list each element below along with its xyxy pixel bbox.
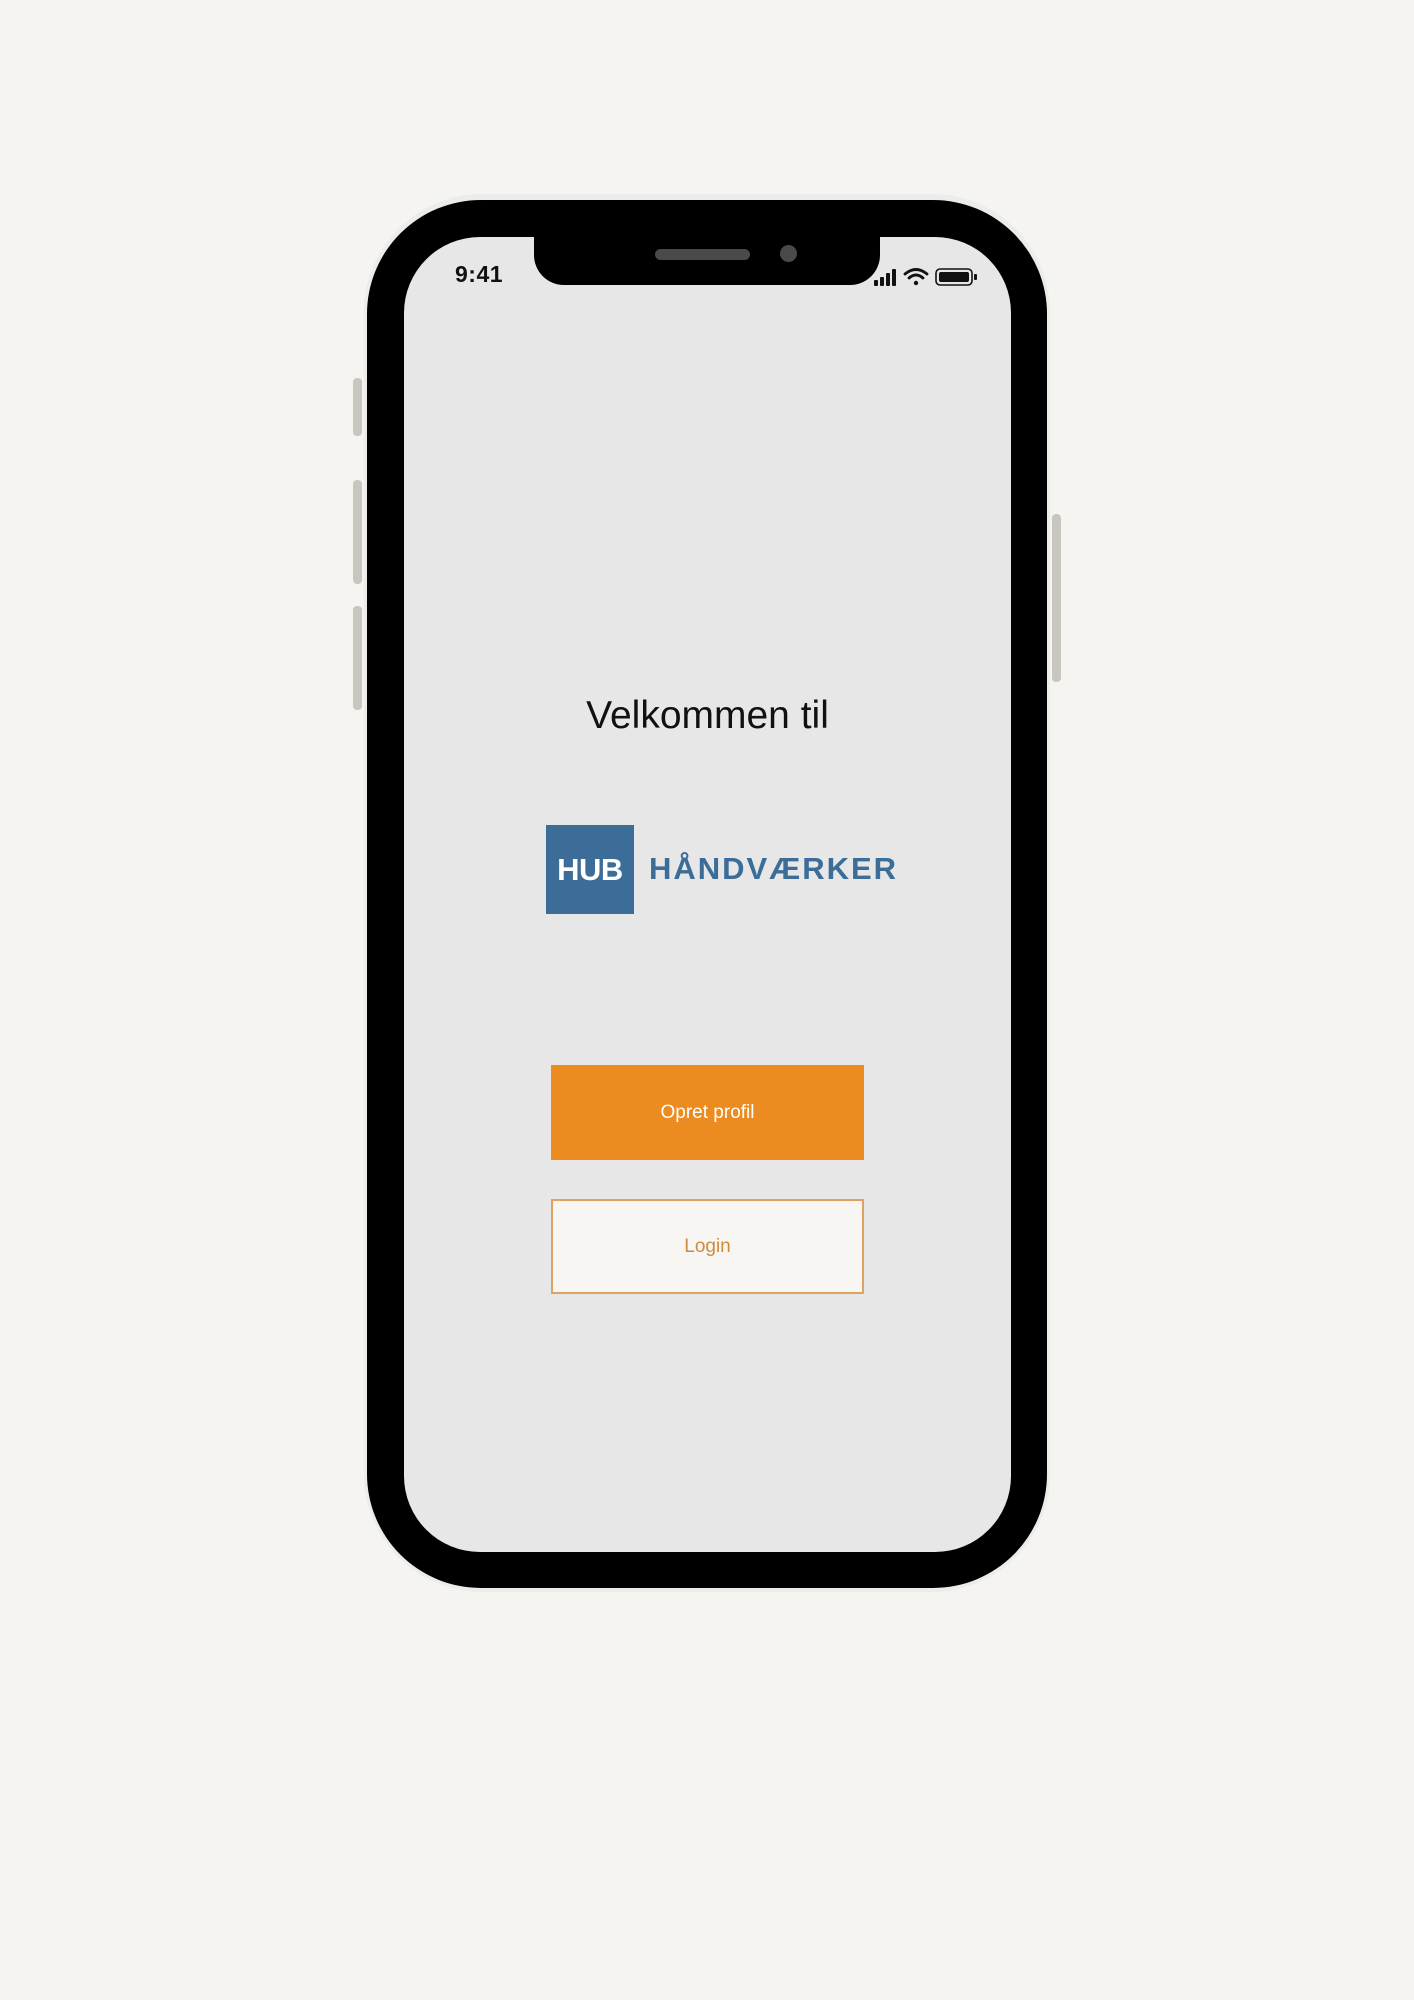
notch <box>534 235 880 285</box>
app-screen <box>404 237 1011 1552</box>
silent-switch <box>353 378 362 436</box>
wifi-icon <box>903 268 929 286</box>
login-button[interactable]: Login <box>551 1199 864 1294</box>
volume-down-button <box>353 606 362 710</box>
create-profile-button[interactable]: Opret profil <box>551 1065 864 1160</box>
login-label: Login <box>684 1235 731 1257</box>
welcome-title: Velkommen til <box>586 694 829 737</box>
status-time: 9:41 <box>455 261 504 287</box>
front-camera <box>780 245 797 262</box>
create-profile-label: Opret profil <box>660 1101 755 1123</box>
volume-up-button <box>353 480 362 584</box>
status-icons <box>872 266 982 288</box>
power-button <box>1052 514 1061 682</box>
logo-mark: HUB <box>546 825 634 914</box>
logo-wordmark: HÅNDVÆRKER <box>649 851 899 886</box>
signal-icon <box>874 269 896 286</box>
speaker-grille <box>655 249 750 260</box>
battery-icon <box>935 268 977 286</box>
